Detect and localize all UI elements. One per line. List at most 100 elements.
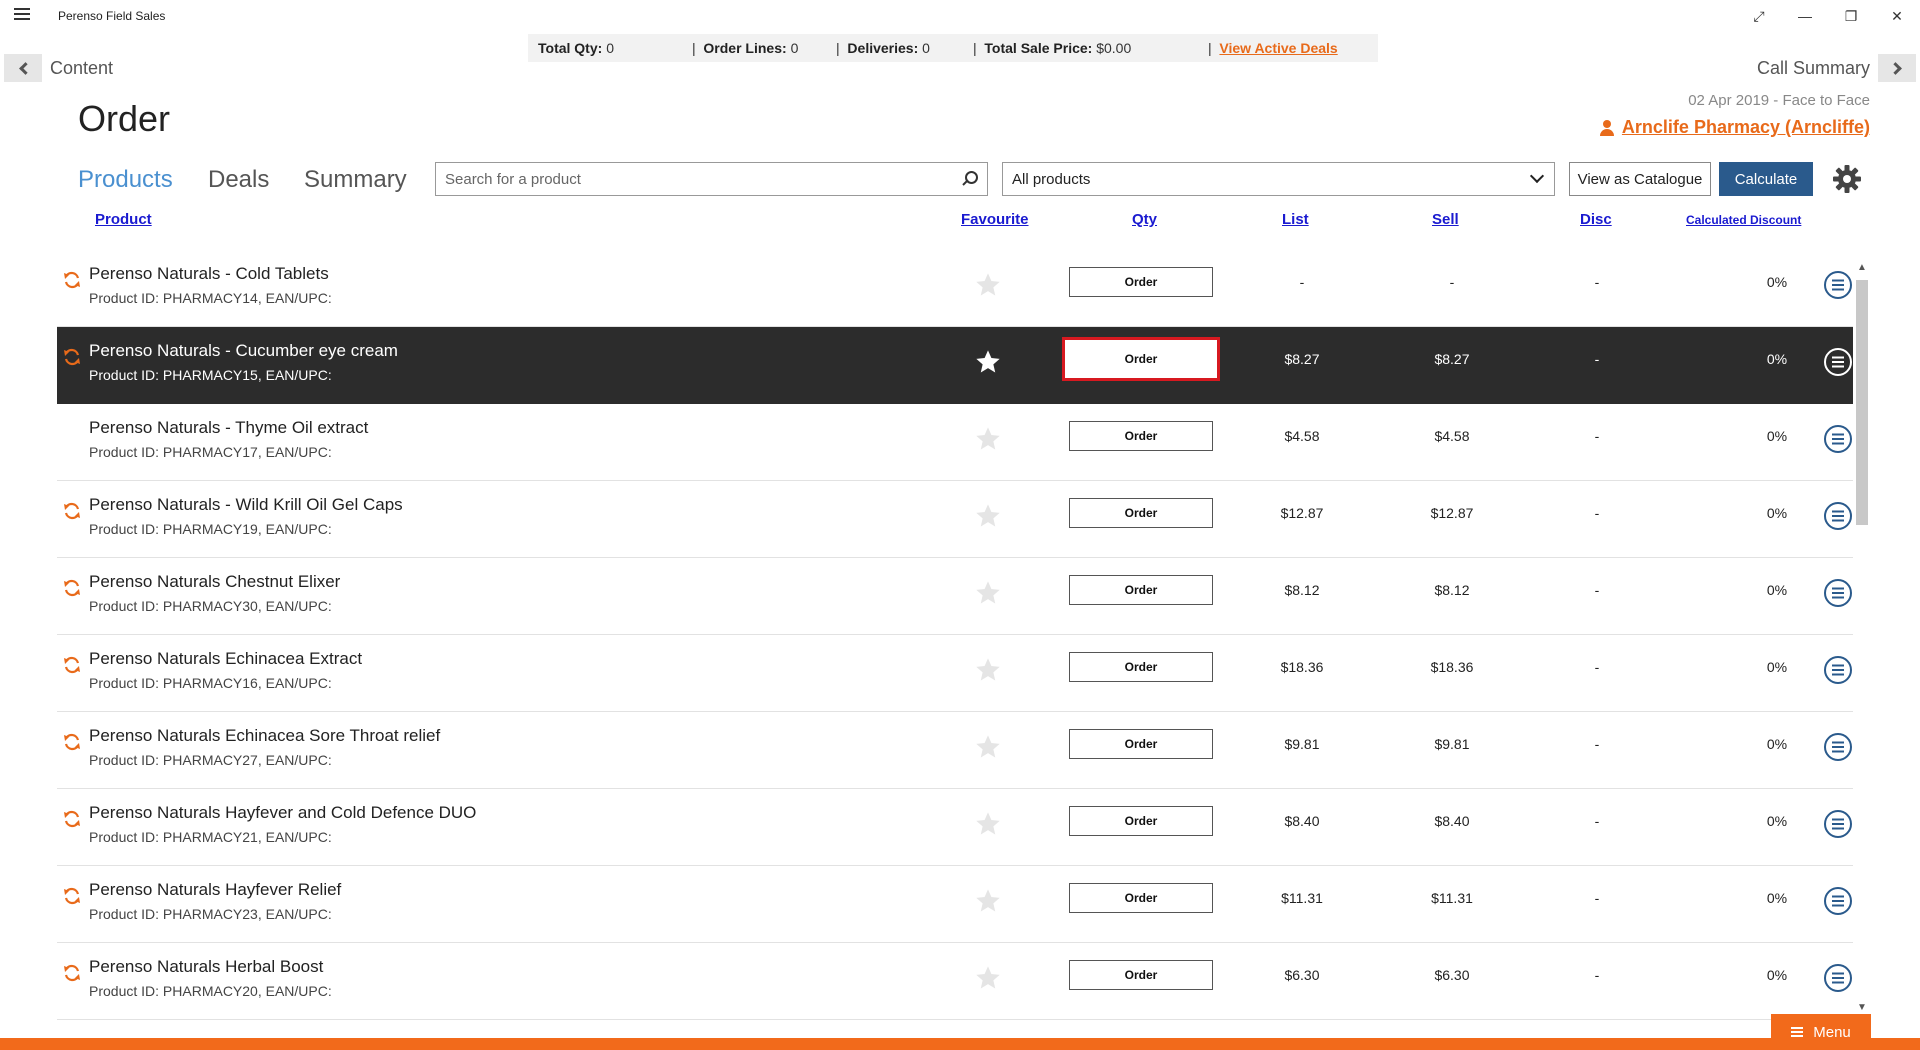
search-icon[interactable] bbox=[962, 171, 978, 187]
product-row[interactable]: Perenso Naturals Hayfever Relief Product… bbox=[57, 866, 1853, 943]
list-price: $8.40 bbox=[1284, 813, 1320, 829]
favourite-star-icon[interactable] bbox=[974, 579, 1002, 607]
column-header-calculated-discount[interactable]: Calculated Discount bbox=[1686, 213, 1801, 227]
sync-icon bbox=[64, 964, 80, 982]
order-qty-button[interactable]: Order bbox=[1069, 344, 1213, 374]
product-row[interactable]: Perenso Naturals - Wild Krill Oil Gel Ca… bbox=[57, 481, 1853, 558]
column-header-list[interactable]: List bbox=[1282, 211, 1309, 228]
order-qty-button[interactable]: Order bbox=[1069, 652, 1213, 682]
line-details-icon[interactable] bbox=[1823, 347, 1853, 377]
favourite-star-icon[interactable] bbox=[974, 656, 1002, 684]
forward-button[interactable] bbox=[1878, 54, 1916, 82]
product-id: Product ID: PHARMACY17, EAN/UPC: bbox=[89, 444, 332, 460]
sell-price: $4.58 bbox=[1434, 428, 1470, 444]
customer-name[interactable]: Arnclife Pharmacy (Arncliffe) bbox=[1622, 117, 1870, 138]
tab-summary[interactable]: Summary bbox=[304, 166, 407, 194]
product-row[interactable]: Perenso Naturals Chestnut Elixer Product… bbox=[57, 558, 1853, 635]
product-id: Product ID: PHARMACY14, EAN/UPC: bbox=[89, 290, 332, 306]
product-list: Perenso Naturals - Cold Tablets Product … bbox=[57, 250, 1853, 1020]
page-title: Order bbox=[78, 98, 171, 139]
deliveries: | Deliveries: 0 bbox=[836, 40, 930, 56]
search-input[interactable] bbox=[435, 162, 988, 196]
line-details-icon[interactable] bbox=[1823, 655, 1853, 685]
scrollbar[interactable]: ▲ ▼ bbox=[1853, 258, 1869, 1018]
restore-icon[interactable]: ❐ bbox=[1828, 0, 1874, 32]
favourite-star-icon[interactable] bbox=[974, 425, 1002, 453]
product-row[interactable]: Perenso Naturals - Cold Tablets Product … bbox=[57, 250, 1853, 327]
product-name: Perenso Naturals Echinacea Extract bbox=[89, 649, 363, 668]
customer-link[interactable]: Arnclife Pharmacy (Arncliffe) bbox=[1599, 117, 1870, 138]
product-name: Perenso Naturals Hayfever and Cold Defen… bbox=[89, 803, 477, 822]
product-row[interactable]: Perenso Naturals Herbal Boost Product ID… bbox=[57, 943, 1853, 1020]
view-active-deals-link[interactable]: View Active Deals bbox=[1219, 40, 1337, 56]
product-id: Product ID: PHARMACY27, EAN/UPC: bbox=[89, 752, 332, 768]
minimize-icon[interactable]: — bbox=[1782, 0, 1828, 32]
favourite-star-icon[interactable] bbox=[974, 271, 1002, 299]
line-details-icon[interactable] bbox=[1823, 424, 1853, 454]
product-row[interactable]: Perenso Naturals Echinacea Extract Produ… bbox=[57, 635, 1853, 712]
column-header-qty[interactable]: Qty bbox=[1132, 211, 1157, 228]
line-details-icon[interactable] bbox=[1823, 886, 1853, 916]
scroll-up-icon[interactable]: ▲ bbox=[1857, 262, 1867, 273]
view-as-catalogue-button[interactable]: View as Catalogue bbox=[1569, 162, 1711, 196]
back-button[interactable] bbox=[4, 54, 42, 82]
column-header-sell[interactable]: Sell bbox=[1432, 211, 1459, 228]
order-qty-button[interactable]: Order bbox=[1069, 575, 1213, 605]
discount: - bbox=[1594, 813, 1600, 829]
favourite-star-icon[interactable] bbox=[974, 733, 1002, 761]
gear-icon[interactable] bbox=[1832, 164, 1862, 194]
product-name: Perenso Naturals - Cucumber eye cream bbox=[89, 341, 398, 360]
order-qty-button[interactable]: Order bbox=[1069, 498, 1213, 528]
scroll-down-icon[interactable]: ▼ bbox=[1857, 1002, 1867, 1013]
order-summary-bar: Total Qty: 0 | Order Lines: 0 | Deliveri… bbox=[528, 34, 1378, 62]
favourite-star-icon[interactable] bbox=[974, 348, 1002, 376]
order-qty-button[interactable]: Order bbox=[1069, 267, 1213, 297]
calculated-discount: 0% bbox=[1766, 736, 1788, 752]
calculated-discount: 0% bbox=[1766, 428, 1788, 444]
line-details-icon[interactable] bbox=[1823, 732, 1853, 762]
product-id: Product ID: PHARMACY30, EAN/UPC: bbox=[89, 598, 332, 614]
favourite-star-icon[interactable] bbox=[974, 964, 1002, 992]
product-row[interactable]: Perenso Naturals Hayfever and Cold Defen… bbox=[57, 789, 1853, 866]
sell-price: $8.12 bbox=[1434, 582, 1470, 598]
line-details-icon[interactable] bbox=[1823, 578, 1853, 608]
order-qty-button[interactable]: Order bbox=[1069, 806, 1213, 836]
calculate-button[interactable]: Calculate bbox=[1719, 162, 1813, 196]
column-header-disc[interactable]: Disc bbox=[1580, 211, 1612, 228]
menu-button[interactable]: Menu bbox=[1771, 1014, 1871, 1050]
order-qty-button[interactable]: Order bbox=[1069, 421, 1213, 451]
scroll-thumb[interactable] bbox=[1856, 280, 1868, 525]
calculated-discount: 0% bbox=[1766, 582, 1788, 598]
tab-products[interactable]: Products bbox=[78, 166, 173, 194]
forward-label[interactable]: Call Summary bbox=[1757, 58, 1870, 79]
total-sale-price: | Total Sale Price: $0.00 bbox=[973, 40, 1132, 56]
order-qty-button[interactable]: Order bbox=[1069, 883, 1213, 913]
product-row[interactable]: Perenso Naturals - Cucumber eye cream Pr… bbox=[57, 327, 1853, 404]
order-qty-button[interactable]: Order bbox=[1069, 960, 1213, 990]
favourite-star-icon[interactable] bbox=[974, 810, 1002, 838]
back-label[interactable]: Content bbox=[50, 58, 113, 79]
product-name: Perenso Naturals - Thyme Oil extract bbox=[89, 418, 369, 437]
column-header-product[interactable]: Product bbox=[95, 211, 152, 228]
line-details-icon[interactable] bbox=[1823, 963, 1853, 993]
chevron-right-icon bbox=[1888, 61, 1902, 75]
sync-icon bbox=[64, 810, 80, 828]
line-details-icon[interactable] bbox=[1823, 501, 1853, 531]
menu-label: Menu bbox=[1813, 1023, 1851, 1041]
hamburger-menu-icon[interactable] bbox=[14, 8, 30, 22]
line-details-icon[interactable] bbox=[1823, 270, 1853, 300]
order-qty-button[interactable]: Order bbox=[1069, 729, 1213, 759]
favourite-star-icon[interactable] bbox=[974, 887, 1002, 915]
product-row[interactable]: Perenso Naturals Echinacea Sore Throat r… bbox=[57, 712, 1853, 789]
product-row[interactable]: Perenso Naturals - Thyme Oil extract Pro… bbox=[57, 404, 1853, 481]
favourite-star-icon[interactable] bbox=[974, 502, 1002, 530]
discount: - bbox=[1594, 890, 1600, 906]
close-icon[interactable]: ✕ bbox=[1874, 0, 1920, 32]
tab-deals[interactable]: Deals bbox=[208, 166, 269, 194]
product-filter-dropdown[interactable]: All products bbox=[1002, 162, 1555, 196]
line-details-icon[interactable] bbox=[1823, 809, 1853, 839]
discount: - bbox=[1594, 582, 1600, 598]
fullscreen-icon[interactable]: ⤢ bbox=[1736, 0, 1782, 32]
column-header-favourite[interactable]: Favourite bbox=[961, 211, 1029, 228]
discount: - bbox=[1594, 428, 1600, 444]
